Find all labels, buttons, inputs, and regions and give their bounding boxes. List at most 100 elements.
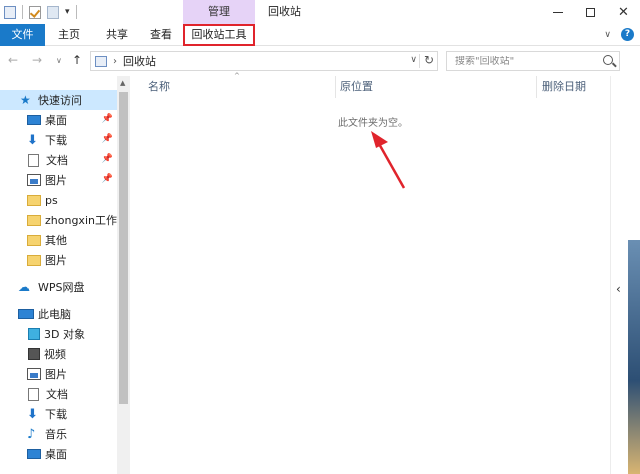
desktop-icon bbox=[27, 115, 41, 125]
sidebar-item-pictures[interactable]: 图片 📌 bbox=[0, 170, 117, 190]
sidebar-item-label: 3D 对象 bbox=[44, 328, 85, 341]
sidebar-item-quick-access[interactable]: ★ 快速访问 bbox=[0, 90, 117, 110]
sidebar-item-label: 图片 bbox=[45, 174, 67, 187]
sidebar-scrollbar[interactable]: ▲ bbox=[117, 76, 130, 474]
navigation-pane: ★ 快速访问 桌面 📌 ⬇ 下载 📌 文档 📌 图片 📌 ps zhongxin… bbox=[0, 76, 117, 474]
cloud-icon: ☁ bbox=[18, 280, 30, 294]
tab-recycle-bin-tools[interactable]: 回收站工具 bbox=[183, 24, 255, 46]
sidebar-item-pc-pictures[interactable]: 图片 bbox=[0, 364, 67, 384]
close-icon: ✕ bbox=[618, 4, 629, 20]
search-icon[interactable] bbox=[603, 55, 613, 65]
recent-locations-icon[interactable]: ∨ bbox=[56, 56, 62, 65]
sidebar-item-label: 音乐 bbox=[45, 428, 67, 441]
document-icon bbox=[28, 387, 39, 401]
pin-icon: 📌 bbox=[101, 114, 113, 124]
help-icon[interactable]: ? bbox=[621, 28, 634, 41]
search-box[interactable] bbox=[446, 51, 620, 71]
title-bar: ▾ 管理 回收站 ✕ bbox=[0, 0, 640, 24]
sidebar-item-label: 下载 bbox=[45, 408, 67, 421]
sidebar-item-zhongxin[interactable]: zhongxin工作记 bbox=[0, 210, 117, 230]
tab-file[interactable]: 文件 bbox=[0, 24, 45, 46]
minimize-icon bbox=[552, 11, 563, 13]
sidebar-item-other[interactable]: 其他 bbox=[0, 230, 67, 250]
address-dropdown-icon[interactable]: ∨ bbox=[410, 55, 417, 65]
document-icon bbox=[28, 153, 39, 167]
window-controls: ✕ bbox=[541, 0, 640, 24]
sidebar-item-music[interactable]: ♪ 音乐 bbox=[0, 424, 67, 444]
properties-icon[interactable] bbox=[29, 5, 41, 19]
star-icon: ★ bbox=[20, 93, 31, 107]
forward-arrow-icon[interactable]: → bbox=[32, 53, 42, 67]
download-icon: ⬇ bbox=[27, 406, 38, 422]
up-arrow-icon[interactable]: ↑ bbox=[72, 53, 82, 67]
picture-icon bbox=[27, 174, 41, 186]
sidebar-item-label: 桌面 bbox=[45, 448, 67, 461]
breadcrumb-separator-icon[interactable]: › bbox=[113, 56, 117, 67]
desktop-icon bbox=[27, 449, 41, 459]
sidebar-item-wps[interactable]: ☁ WPS网盘 bbox=[0, 277, 85, 297]
scrollbar-thumb[interactable] bbox=[119, 92, 128, 404]
sidebar-item-label: 此电脑 bbox=[38, 308, 71, 321]
sidebar-item-label: 下载 bbox=[45, 134, 67, 147]
sidebar-item-videos[interactable]: 视频 bbox=[0, 344, 66, 364]
divider bbox=[75, 5, 77, 19]
sidebar-item-label: 图片 bbox=[45, 368, 67, 381]
close-button[interactable]: ✕ bbox=[607, 0, 640, 24]
sidebar-item-pc-desktop[interactable]: 桌面 bbox=[0, 444, 67, 464]
sidebar-item-label: ps bbox=[45, 193, 58, 207]
sidebar-item-label: 文档 bbox=[46, 154, 68, 167]
sidebar-item-label: 快速访问 bbox=[38, 94, 82, 107]
tab-view[interactable]: 查看 bbox=[142, 24, 180, 46]
arrow-shaft bbox=[376, 141, 406, 189]
divider bbox=[419, 54, 420, 68]
back-arrow-icon[interactable]: ← bbox=[8, 53, 18, 67]
new-folder-icon[interactable] bbox=[47, 5, 59, 19]
tab-share[interactable]: 共享 bbox=[98, 24, 136, 46]
maximize-icon bbox=[586, 7, 595, 17]
ribbon-tabs: 文件 主页 共享 查看 回收站工具 ∨ ? bbox=[0, 24, 640, 46]
sidebar-item-desktop[interactable]: 桌面 📌 bbox=[0, 110, 117, 130]
sidebar-item-label: 视频 bbox=[44, 348, 66, 361]
download-icon: ⬇ bbox=[27, 132, 38, 148]
sidebar-item-pictures-folder[interactable]: 图片 bbox=[0, 250, 67, 270]
file-list: 名称 ^ 原位置 删除日期 此文件夹为空。 bbox=[130, 72, 610, 474]
folder-icon bbox=[27, 234, 41, 246]
sidebar-item-label: 图片 bbox=[45, 254, 67, 267]
pin-icon: 📌 bbox=[101, 154, 113, 164]
sidebar-item-documents[interactable]: 文档 📌 bbox=[0, 150, 117, 170]
breadcrumb-recycle-bin[interactable]: 回收站 bbox=[123, 53, 156, 69]
sidebar-item-label: 其他 bbox=[45, 234, 67, 247]
picture-icon bbox=[27, 368, 41, 380]
music-icon: ♪ bbox=[27, 426, 36, 442]
sidebar-item-3d-objects[interactable]: 3D 对象 bbox=[0, 324, 85, 344]
context-tab-manage: 管理 bbox=[183, 0, 255, 24]
sidebar-item-pc-downloads[interactable]: ⬇ 下载 bbox=[0, 404, 67, 424]
qat-dropdown-icon[interactable]: ▾ bbox=[65, 7, 70, 17]
chevron-left-icon[interactable]: ‹ bbox=[616, 282, 621, 296]
search-input[interactable] bbox=[455, 55, 595, 67]
maximize-button[interactable] bbox=[574, 0, 607, 24]
sidebar-item-ps[interactable]: ps bbox=[0, 190, 58, 210]
scroll-up-icon[interactable]: ▲ bbox=[120, 79, 125, 87]
quick-access-toolbar: ▾ bbox=[4, 5, 77, 19]
expand-ribbon-icon[interactable]: ∨ bbox=[604, 30, 611, 40]
navigation-bar: ← → ∨ ↑ › 回收站 ∨ ↻ bbox=[0, 46, 640, 76]
sidebar-item-label: 桌面 bbox=[45, 114, 67, 127]
ribbon-right-controls: ∨ ? bbox=[604, 28, 634, 41]
refresh-icon[interactable]: ↻ bbox=[424, 53, 434, 67]
sidebar-item-pc-documents[interactable]: 文档 bbox=[0, 384, 68, 404]
pin-icon: 📌 bbox=[101, 174, 113, 184]
address-bar[interactable]: › 回收站 ∨ ↻ bbox=[90, 51, 438, 71]
desktop-background bbox=[628, 240, 640, 474]
folder-icon bbox=[27, 214, 41, 226]
computer-icon bbox=[18, 309, 34, 319]
sidebar-item-downloads[interactable]: ⬇ 下载 📌 bbox=[0, 130, 117, 150]
sidebar-item-this-pc[interactable]: 此电脑 bbox=[0, 304, 71, 324]
pin-icon: 📌 bbox=[101, 134, 113, 144]
minimize-button[interactable] bbox=[541, 0, 574, 24]
tab-home[interactable]: 主页 bbox=[50, 24, 88, 46]
divider bbox=[22, 5, 23, 19]
sidebar-item-label: WPS网盘 bbox=[38, 281, 85, 294]
recycle-bin-icon bbox=[95, 55, 107, 67]
window-title: 回收站 bbox=[268, 5, 301, 18]
